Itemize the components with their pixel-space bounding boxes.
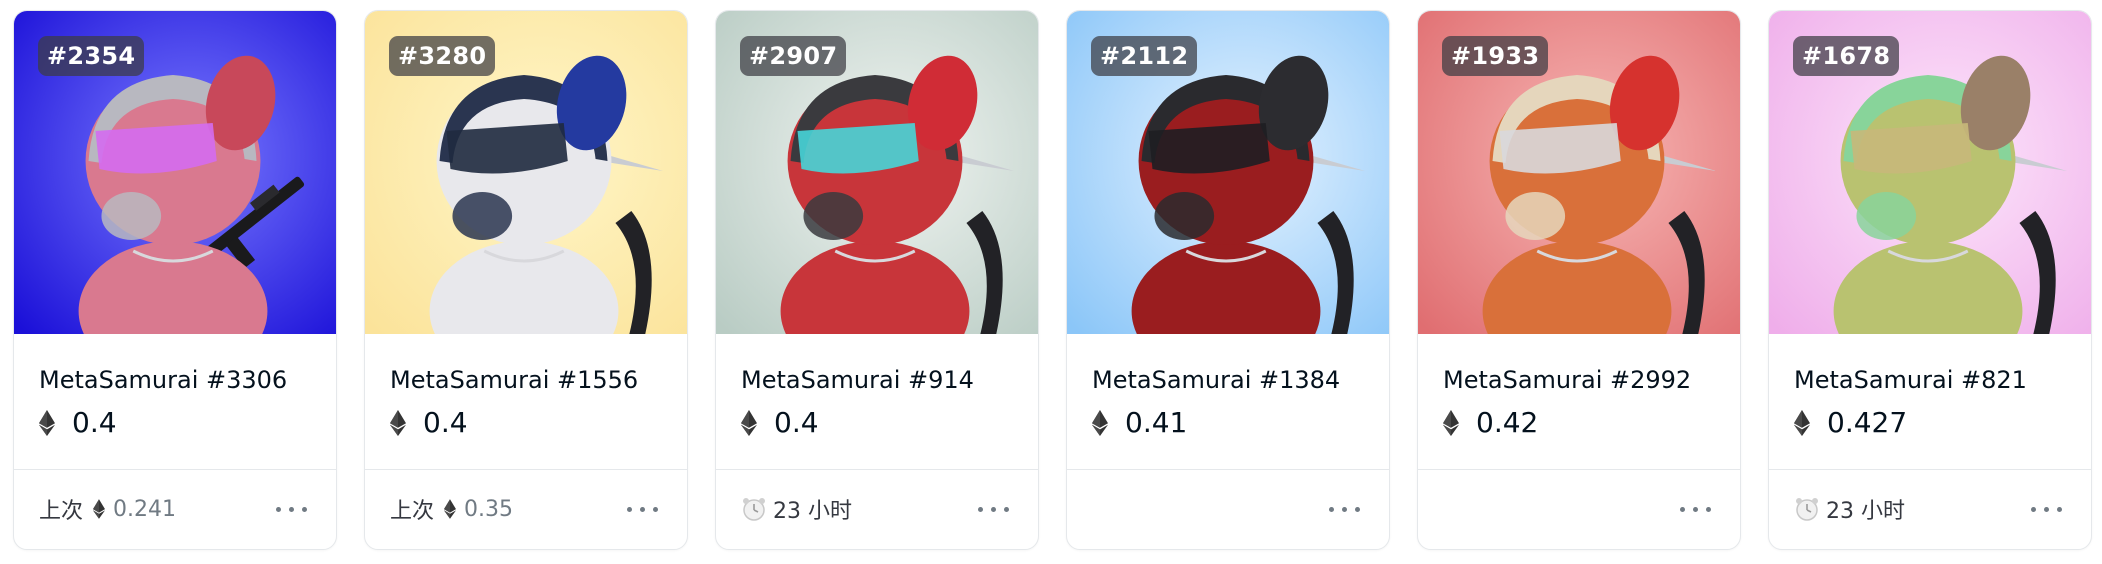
dot-icon xyxy=(653,506,658,512)
card-footer: 上次 0.241 xyxy=(14,470,336,548)
token-id-badge: #3280 xyxy=(389,36,496,76)
last-sale-price: 0.35 xyxy=(464,496,513,522)
nft-info: MetaSamurai #914 0.4 xyxy=(716,334,1038,470)
dot-icon xyxy=(991,506,996,512)
nft-image[interactable]: #1933 xyxy=(1418,11,1740,334)
price-value: 0.41 xyxy=(1125,406,1188,439)
eth-icon xyxy=(390,409,406,436)
nft-name[interactable]: MetaSamurai #3306 xyxy=(39,334,311,394)
card-footer: 23 小时 xyxy=(716,470,1038,548)
nft-name[interactable]: MetaSamurai #1384 xyxy=(1092,334,1364,394)
nft-info: MetaSamurai #2992 0.42 xyxy=(1418,334,1740,470)
last-sale-price: 0.241 xyxy=(113,496,176,522)
nft-price: 0.42 xyxy=(1443,406,1715,439)
more-options-button[interactable] xyxy=(1676,497,1715,522)
nft-name[interactable]: MetaSamurai #914 xyxy=(741,334,1013,394)
last-sale-label: 上次 xyxy=(39,499,84,524)
dot-icon xyxy=(627,506,632,512)
nft-card[interactable]: #2354 MetaSamurai #3306 0.4 上次 0.241 xyxy=(13,10,337,550)
price-value: 0.4 xyxy=(72,406,117,439)
eth-icon xyxy=(741,409,757,436)
price-value: 0.4 xyxy=(774,406,819,439)
more-options-button[interactable] xyxy=(2027,497,2066,522)
price-value: 0.4 xyxy=(423,406,468,439)
price-value: 0.427 xyxy=(1827,406,1908,439)
more-options-button[interactable] xyxy=(1325,497,1364,522)
nft-image[interactable]: #1678 xyxy=(1769,11,2091,334)
alarm-clock-icon xyxy=(1796,498,1818,521)
eth-icon xyxy=(1794,409,1810,436)
dot-icon xyxy=(1680,506,1685,512)
price-value: 0.42 xyxy=(1476,406,1539,439)
nft-info: MetaSamurai #1556 0.4 xyxy=(365,334,687,470)
nft-card[interactable]: #1933 MetaSamurai #2992 0.42 xyxy=(1417,10,1741,550)
token-id-badge: #2112 xyxy=(1091,36,1198,76)
nft-price: 0.4 xyxy=(390,406,662,439)
dot-icon xyxy=(302,506,307,512)
nft-price: 0.4 xyxy=(741,406,1013,439)
more-options-button[interactable] xyxy=(974,497,1013,522)
nft-price: 0.427 xyxy=(1794,406,2066,439)
dot-icon xyxy=(1706,506,1711,512)
last-sale-label: 上次 xyxy=(390,499,435,524)
dot-icon xyxy=(289,506,294,512)
eth-icon xyxy=(1092,409,1108,436)
token-id-badge: #1678 xyxy=(1793,36,1900,76)
dot-icon xyxy=(1329,506,1334,512)
alarm-clock-icon xyxy=(743,498,765,521)
eth-icon xyxy=(39,409,55,436)
card-footer: 23 小时 xyxy=(1769,470,2091,548)
more-options-button[interactable] xyxy=(623,497,662,522)
eth-icon xyxy=(1443,409,1459,436)
nft-image[interactable]: #3280 xyxy=(365,11,687,334)
nft-image[interactable]: #2907 xyxy=(716,11,1038,334)
dot-icon xyxy=(276,506,281,512)
nft-card[interactable]: #1678 MetaSamurai #821 0.427 23 小时 xyxy=(1768,10,2092,550)
dot-icon xyxy=(2057,506,2062,512)
nft-name[interactable]: MetaSamurai #2992 xyxy=(1443,334,1715,394)
eth-icon xyxy=(93,499,106,519)
footer-info: 23 小时 xyxy=(1794,493,1905,525)
time-left: 23 小时 xyxy=(1826,499,1905,524)
card-footer: 上次 0.35 xyxy=(365,470,687,548)
dot-icon xyxy=(2044,506,2049,512)
dot-icon xyxy=(2031,506,2036,512)
time-left: 23 小时 xyxy=(773,499,852,524)
card-footer xyxy=(1067,470,1389,548)
footer-info: 上次 0.241 xyxy=(39,493,176,525)
nft-info: MetaSamurai #1384 0.41 xyxy=(1067,334,1389,470)
nft-info: MetaSamurai #821 0.427 xyxy=(1769,334,2091,470)
footer-info: 23 小时 xyxy=(741,493,852,525)
nft-price: 0.41 xyxy=(1092,406,1364,439)
nft-name[interactable]: MetaSamurai #821 xyxy=(1794,334,2066,394)
nft-image[interactable]: #2354 xyxy=(14,11,336,334)
nft-card[interactable]: #3280 MetaSamurai #1556 0.4 上次 0.35 xyxy=(364,10,688,550)
eth-icon xyxy=(444,499,457,519)
dot-icon xyxy=(1693,506,1698,512)
nft-info: MetaSamurai #3306 0.4 xyxy=(14,334,336,470)
nft-price: 0.4 xyxy=(39,406,311,439)
dot-icon xyxy=(978,506,983,512)
dot-icon xyxy=(640,506,645,512)
token-id-badge: #2354 xyxy=(38,36,145,76)
nft-card[interactable]: #2907 MetaSamurai #914 0.4 23 小时 xyxy=(715,10,1039,550)
nft-card[interactable]: #2112 MetaSamurai #1384 0.41 xyxy=(1066,10,1390,550)
dot-icon xyxy=(1355,506,1360,512)
footer-info: 上次 0.35 xyxy=(390,493,513,525)
dot-icon xyxy=(1342,506,1347,512)
card-footer xyxy=(1418,470,1740,548)
nft-name[interactable]: MetaSamurai #1556 xyxy=(390,334,662,394)
nft-image[interactable]: #2112 xyxy=(1067,11,1389,334)
dot-icon xyxy=(1004,506,1009,512)
token-id-badge: #1933 xyxy=(1442,36,1549,76)
token-id-badge: #2907 xyxy=(740,36,847,76)
nft-card-grid: #2354 MetaSamurai #3306 0.4 上次 0.241 #3280 Me… xyxy=(13,10,2092,550)
more-options-button[interactable] xyxy=(272,497,311,522)
